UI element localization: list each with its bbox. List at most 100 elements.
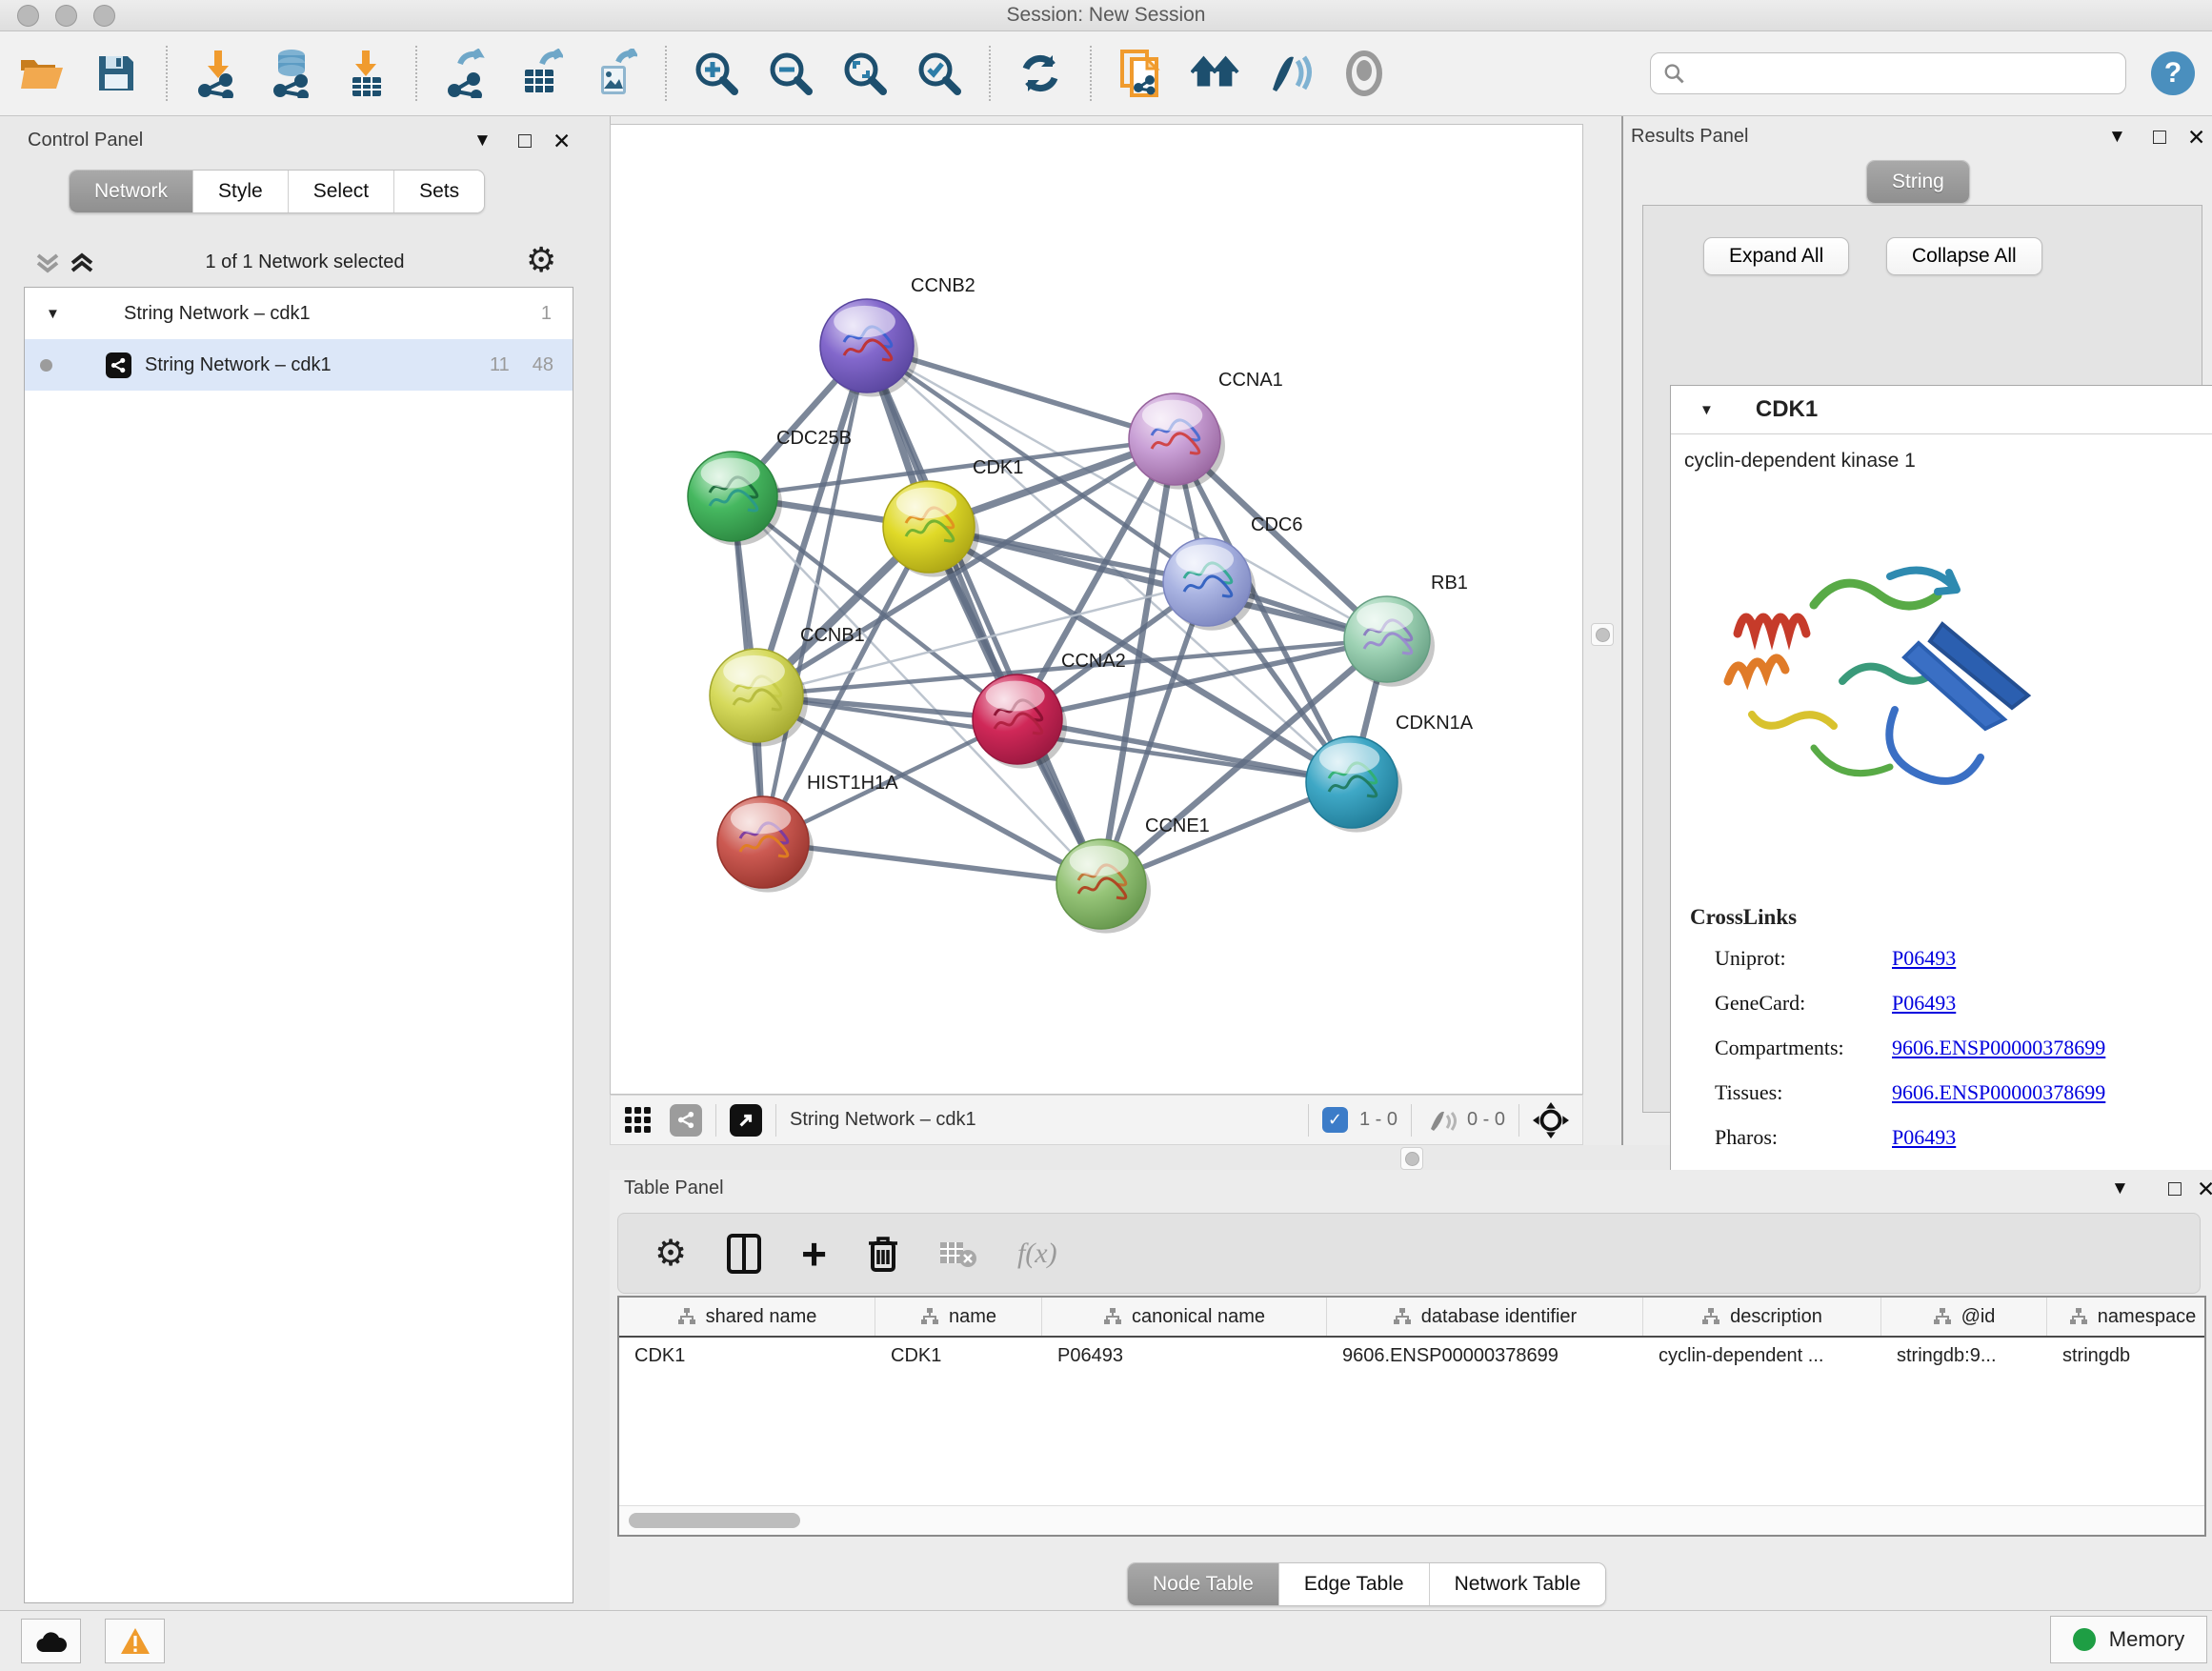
- float-panel-icon[interactable]: □: [2153, 126, 2166, 148]
- expand-all-button[interactable]: Expand All: [1703, 237, 1849, 275]
- import-network-from-database-icon[interactable]: [267, 49, 316, 98]
- network-node-CCNB1[interactable]: CCNB1: [710, 625, 865, 747]
- tab-network[interactable]: Network: [70, 171, 193, 212]
- crosslink-value-link[interactable]: 9606.ENSP00000378699: [1892, 1036, 2105, 1060]
- table-options-gear-icon[interactable]: ⚙: [654, 1232, 687, 1275]
- sort-column-icon[interactable]: [2069, 1307, 2088, 1326]
- column-header-@id[interactable]: @id: [1881, 1298, 2047, 1336]
- column-header-namespace[interactable]: namespace: [2047, 1298, 2206, 1336]
- help-icon[interactable]: ?: [2151, 51, 2195, 95]
- show-columns-icon[interactable]: [727, 1234, 761, 1274]
- tab-network-table[interactable]: Network Table: [1430, 1563, 1606, 1605]
- column-header-canonical-name[interactable]: canonical name: [1042, 1298, 1327, 1336]
- home-networks-icon[interactable]: [1191, 49, 1240, 98]
- tab-sets[interactable]: Sets: [394, 171, 484, 212]
- crosslink-value-link[interactable]: P06493: [1892, 1125, 1956, 1150]
- network-edge[interactable]: [763, 842, 1101, 884]
- cloud-button[interactable]: [21, 1619, 81, 1663]
- zoom-out-icon[interactable]: [766, 49, 815, 98]
- network-node-CCNB2[interactable]: CCNB2: [820, 275, 975, 397]
- sort-column-icon[interactable]: [1393, 1307, 1412, 1326]
- tab-string[interactable]: String: [1867, 161, 1969, 203]
- zoom-fit-icon[interactable]: [840, 49, 890, 98]
- fit-selection-crosshair-icon[interactable]: [1533, 1102, 1569, 1138]
- table-cell[interactable]: 9606.ENSP00000378699: [1327, 1345, 1643, 1367]
- network-row[interactable]: String Network – cdk1 11 48: [25, 339, 573, 391]
- column-header-description[interactable]: description: [1643, 1298, 1881, 1336]
- selected-checkbox-icon[interactable]: ✓: [1322, 1107, 1348, 1133]
- collapse-panel-icon[interactable]: ▼: [473, 131, 492, 150]
- table-horizontal-scrollbar[interactable]: [619, 1505, 2204, 1535]
- birdseye-grid-icon[interactable]: [624, 1106, 653, 1135]
- network-node-HIST1H1A[interactable]: HIST1H1A: [717, 773, 898, 893]
- network-share-icon[interactable]: [670, 1104, 702, 1137]
- warnings-button[interactable]: [105, 1619, 165, 1663]
- column-header-shared-name[interactable]: shared name: [619, 1298, 875, 1336]
- sort-column-icon[interactable]: [677, 1307, 696, 1326]
- tab-select[interactable]: Select: [289, 171, 394, 212]
- gene-section-header[interactable]: ▼ CDK1: [1671, 386, 2212, 434]
- application-window: Session: New Session: [0, 0, 2212, 1671]
- splitter-handle[interactable]: [1400, 1147, 1423, 1170]
- collapse-all-icon[interactable]: [34, 250, 97, 278]
- crosslink-value-link[interactable]: P06493: [1892, 946, 1956, 971]
- refresh-icon[interactable]: [1016, 49, 1065, 98]
- crosslink-label: Pharos:: [1715, 1125, 1892, 1150]
- table-cell[interactable]: P06493: [1042, 1345, 1327, 1367]
- scrollbar-thumb[interactable]: [629, 1513, 800, 1528]
- canvas-results-splitter[interactable]: [1583, 116, 1621, 1145]
- zoom-selected-icon[interactable]: [915, 49, 964, 98]
- column-header-database-identifier[interactable]: database identifier: [1327, 1298, 1643, 1336]
- close-panel-icon[interactable]: ✕: [2187, 127, 2205, 149]
- close-panel-icon[interactable]: ✕: [553, 131, 571, 152]
- network-node-CCNA1[interactable]: CCNA1: [1129, 370, 1283, 490]
- collapse-panel-icon[interactable]: ▼: [2111, 1179, 2129, 1198]
- network-edge[interactable]: [763, 346, 867, 842]
- sort-column-icon[interactable]: [1701, 1307, 1720, 1326]
- export-table-icon[interactable]: [516, 49, 566, 98]
- close-panel-icon[interactable]: ✕: [2197, 1178, 2212, 1200]
- section-expander-icon[interactable]: ▼: [1699, 402, 1714, 418]
- splitter-handle[interactable]: [1591, 623, 1614, 646]
- crosslink-value-link[interactable]: 9606.ENSP00000378699: [1892, 1080, 2105, 1105]
- tab-style[interactable]: Style: [193, 171, 289, 212]
- search-input[interactable]: [1685, 62, 2114, 86]
- import-network-icon[interactable]: [192, 49, 242, 98]
- sort-column-icon[interactable]: [920, 1307, 939, 1326]
- table-cell[interactable]: stringdb:9...: [1881, 1345, 2047, 1367]
- hide-show-graphics-icon[interactable]: [1265, 49, 1315, 98]
- table-cell[interactable]: cyclin-dependent ...: [1643, 1345, 1881, 1367]
- table-header-row: shared namenamecanonical namedatabase id…: [619, 1298, 2204, 1338]
- sort-column-icon[interactable]: [1103, 1307, 1122, 1326]
- tree-expander-icon[interactable]: ▼: [46, 306, 70, 322]
- column-header-name[interactable]: name: [875, 1298, 1042, 1336]
- crosslink-value-link[interactable]: P06493: [1892, 991, 1956, 1016]
- tab-node-table[interactable]: Node Table: [1128, 1563, 1279, 1605]
- delete-column-trash-icon[interactable]: [867, 1234, 899, 1274]
- float-panel-icon[interactable]: □: [2168, 1178, 2182, 1199]
- import-table-icon[interactable]: [341, 49, 391, 98]
- export-image-icon[interactable]: [591, 49, 640, 98]
- float-panel-icon[interactable]: □: [518, 130, 532, 151]
- table-cell[interactable]: stringdb: [2047, 1345, 2206, 1367]
- memory-button[interactable]: Memory: [2050, 1616, 2207, 1663]
- collapse-panel-icon[interactable]: ▼: [2108, 128, 2126, 146]
- sort-column-icon[interactable]: [1933, 1307, 1952, 1326]
- zoom-in-icon[interactable]: [692, 49, 741, 98]
- tab-edge-table[interactable]: Edge Table: [1279, 1563, 1430, 1605]
- clone-network-icon[interactable]: [1116, 49, 1166, 98]
- export-network-icon[interactable]: [442, 49, 492, 98]
- network-options-gear-icon[interactable]: ⚙: [526, 240, 556, 280]
- table-cell[interactable]: CDK1: [875, 1345, 1042, 1367]
- table-cell[interactable]: CDK1: [619, 1345, 875, 1367]
- collapse-all-button[interactable]: Collapse All: [1886, 237, 2042, 275]
- network-canvas[interactable]: CCNB2CCNA1CDC25BCDK1CDC6RB1CCNB1CCNA2CDK…: [610, 124, 1583, 1095]
- network-node-CDKN1A[interactable]: CDKN1A: [1306, 713, 1474, 833]
- open-in-new-window-icon[interactable]: [730, 1104, 762, 1137]
- open-session-icon[interactable]: [17, 49, 67, 98]
- network-node-RB1[interactable]: RB1: [1344, 573, 1468, 687]
- table-row[interactable]: CDK1CDK1P064939606.ENSP00000378699cyclin…: [619, 1338, 2204, 1374]
- save-session-icon[interactable]: [91, 49, 141, 98]
- control-panel-title: Control Panel: [28, 130, 143, 151]
- network-collection-row[interactable]: ▼ String Network – cdk1 1: [25, 288, 573, 339]
